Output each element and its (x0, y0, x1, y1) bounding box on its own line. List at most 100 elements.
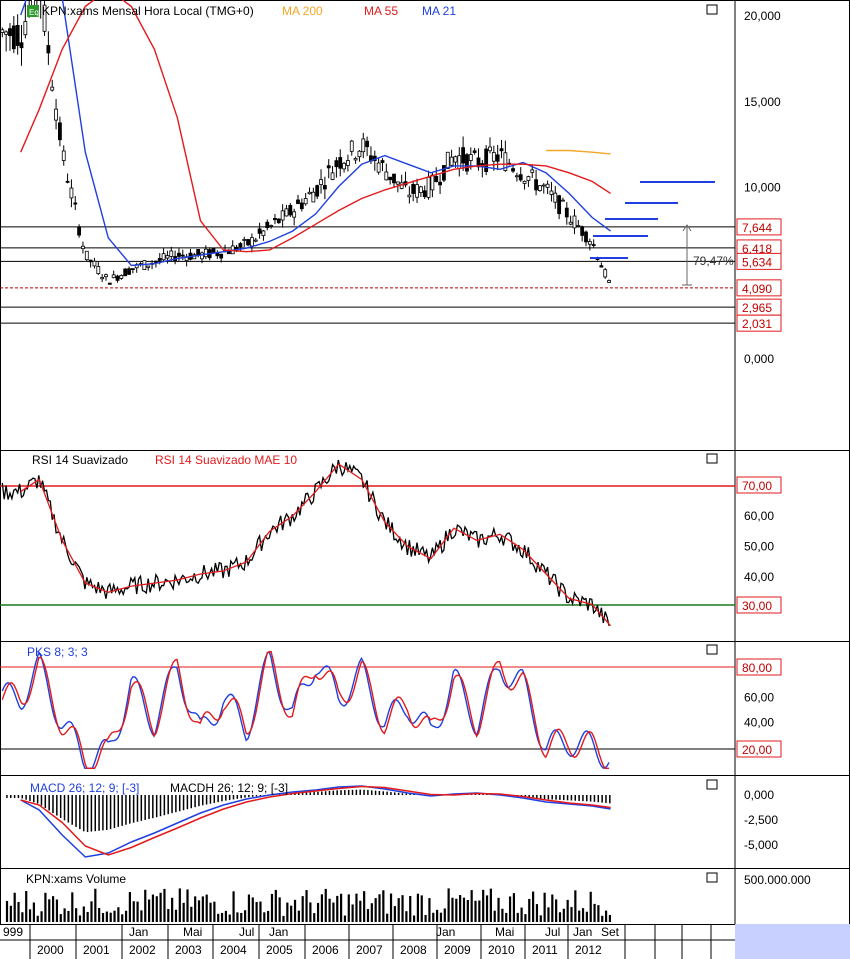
level-label-3: 4,090 (742, 282, 772, 296)
year-label: 2007 (356, 943, 383, 957)
volume-bar (163, 888, 166, 922)
volume-bar (75, 908, 78, 922)
maximize-icon[interactable] (706, 872, 718, 883)
month-label: Jul (545, 925, 560, 939)
rsi-title[interactable]: RSI 14 Suavizado (32, 453, 128, 467)
volume-bar (459, 895, 462, 922)
year-label: 2005 (266, 943, 293, 957)
volume-bar (558, 912, 562, 922)
candle-body (177, 252, 181, 257)
volume-bar (535, 904, 539, 922)
volume-bar (67, 910, 70, 922)
year-label: 2000 (37, 943, 64, 957)
volume-bar (240, 912, 243, 922)
maximize-icon[interactable] (706, 779, 718, 790)
macd-title[interactable]: MACD 26; 12; 9; [-3] (30, 781, 139, 795)
ma200-label[interactable]: MA 200 (282, 4, 323, 18)
volume-bar (497, 897, 500, 922)
candle-body (65, 180, 70, 183)
month-label: Jan (269, 925, 288, 939)
volume-bar (493, 910, 496, 922)
volume-bar (589, 891, 592, 922)
volume-bar (140, 910, 143, 922)
candle-body (465, 154, 469, 172)
candle-body (69, 187, 74, 199)
volume-bar (17, 901, 20, 922)
volume-bar (101, 912, 105, 922)
candle-body (115, 275, 120, 281)
volume-bar (405, 911, 408, 922)
candle-body (242, 239, 247, 241)
macd-sub-title[interactable]: MACDH 26; 12; 9; [-3] (170, 781, 288, 795)
volume-bar (220, 912, 224, 922)
volume-bar (482, 889, 485, 922)
volume-bar (201, 896, 204, 922)
volume-bar (374, 898, 377, 922)
volume-bar (98, 908, 101, 922)
candle-body (349, 140, 354, 152)
volume-bar (593, 903, 596, 922)
candle-body (564, 207, 569, 218)
rsi-sub-title[interactable]: RSI 14 Suavizado MAE 10 (155, 453, 297, 467)
candle-body (468, 154, 473, 161)
rsi-line (1, 459, 610, 626)
volume-bar (259, 901, 262, 922)
maximize-icon[interactable] (706, 4, 718, 15)
volume-bar (82, 906, 85, 922)
candle-body (307, 191, 312, 195)
volume-bar (608, 914, 612, 922)
candle-body (395, 181, 400, 185)
year-label: 2003 (175, 943, 202, 957)
candle-body (8, 28, 12, 37)
candle-body (599, 265, 604, 268)
candle-body (19, 42, 24, 49)
maximize-icon[interactable] (706, 644, 718, 655)
candle-body (284, 208, 289, 217)
candle-body (472, 150, 477, 153)
volume-bar (171, 897, 174, 922)
year-label: 2002 (129, 943, 156, 957)
ma21-label[interactable]: MA 21 (422, 4, 456, 18)
main-y-tick: 10,000 (744, 181, 781, 195)
candle-body (104, 274, 108, 278)
candle-body (58, 122, 62, 141)
candle-body (319, 179, 323, 185)
candle-body (296, 199, 300, 205)
candle-body (407, 194, 412, 198)
volume-bar (144, 889, 147, 922)
volume-bar (9, 905, 12, 922)
candle-body (461, 147, 466, 164)
candle-body (457, 155, 462, 169)
year-label: 2004 (220, 943, 247, 957)
volume-bar (224, 910, 227, 922)
panel-frame-1 (0, 450, 850, 642)
month-label: 999 (3, 925, 23, 939)
volume-bar (466, 899, 469, 922)
volume-bar (439, 912, 443, 922)
volume-bar (132, 901, 135, 922)
candle-body (200, 252, 204, 260)
volume-bar (455, 898, 458, 922)
pks-y-tick: 60,00 (744, 691, 774, 705)
volume-bar (40, 911, 43, 922)
volume-bar (267, 910, 270, 922)
pks-title[interactable]: PKS 8; 3; 3 (27, 645, 88, 659)
candle-body (130, 268, 135, 270)
rsi-y-tick: 40,00 (744, 570, 774, 584)
volume-bar (194, 896, 197, 922)
candle-body (488, 146, 492, 152)
candle-body (553, 192, 558, 203)
volume-bar (432, 912, 435, 922)
candle-body (81, 245, 85, 250)
volume-bar (5, 900, 9, 922)
eq-badge-text: Eq (29, 8, 39, 17)
candle-body (4, 31, 9, 35)
candle-body (238, 243, 243, 248)
volume-bar (351, 904, 354, 922)
candle-body (161, 253, 166, 261)
candle-body (453, 156, 458, 163)
volume-bar (197, 900, 201, 922)
candle-body (538, 185, 542, 191)
maximize-icon[interactable] (706, 453, 718, 464)
ma55-label[interactable]: MA 55 (364, 4, 398, 18)
